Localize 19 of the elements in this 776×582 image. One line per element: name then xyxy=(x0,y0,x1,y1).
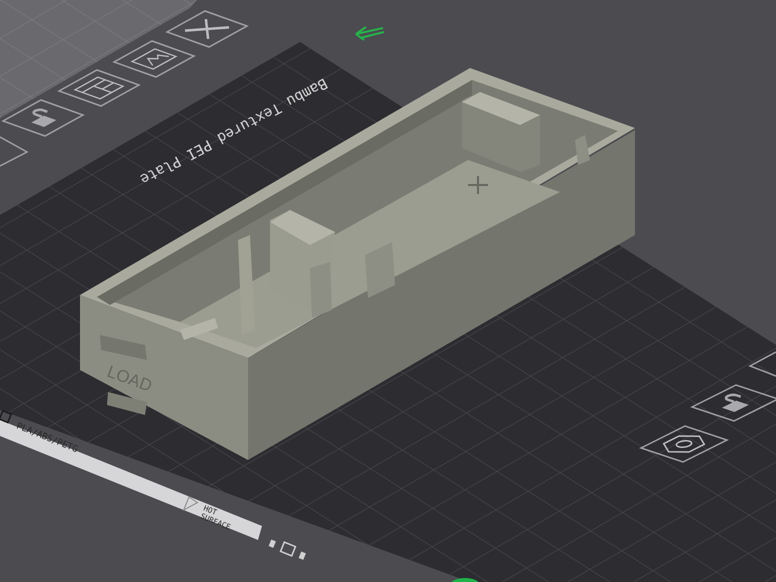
internal-post xyxy=(575,135,590,165)
embossed-tab xyxy=(107,392,147,415)
partial-tile-icon[interactable] xyxy=(0,136,29,167)
cross-mark xyxy=(467,175,489,195)
image-icon[interactable] xyxy=(112,40,196,78)
axis-arrow-icon xyxy=(355,26,385,41)
layout-icon[interactable] xyxy=(57,69,141,107)
unlock-icon[interactable] xyxy=(690,384,776,422)
plate-number-icon xyxy=(0,410,12,424)
partial-tile-icon[interactable] xyxy=(748,351,776,377)
nut-icon[interactable] xyxy=(639,425,729,463)
plate-type-icons xyxy=(268,539,306,560)
warning-icon xyxy=(182,496,198,512)
internal-tab xyxy=(180,318,218,340)
unlock-icon[interactable] xyxy=(1,99,85,137)
internal-post xyxy=(310,262,332,318)
close-icon[interactable] xyxy=(165,10,249,48)
axis-marker xyxy=(451,578,479,582)
internal-post xyxy=(365,242,395,298)
